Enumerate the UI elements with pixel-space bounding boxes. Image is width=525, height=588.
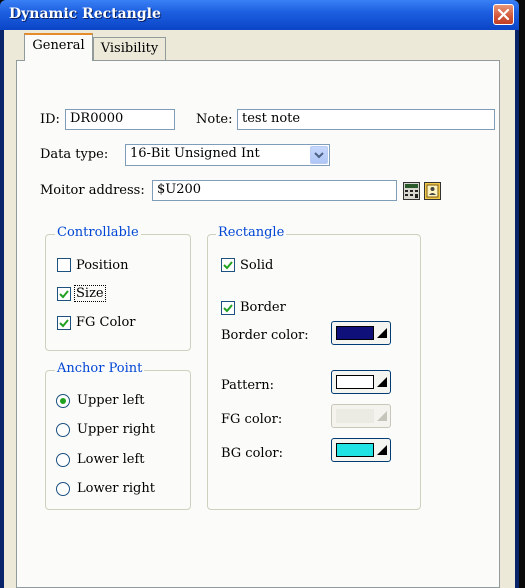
position-checkbox[interactable]	[57, 258, 71, 272]
upper-right-radio[interactable]	[56, 423, 70, 437]
border-color-label: Border color:	[221, 328, 309, 343]
border-checkbox[interactable]	[221, 301, 235, 315]
color-dropdown-arrow-icon	[377, 377, 387, 387]
close-button[interactable]	[493, 4, 514, 25]
note-label: Note:	[196, 112, 233, 127]
dialog-window: Dynamic Rectangle General Visibility ID:…	[0, 0, 525, 588]
data-type-select[interactable]: 16-Bit Unsigned Int	[125, 144, 330, 166]
lower-right-label: Lower right	[77, 481, 155, 496]
pattern-swatch	[336, 375, 374, 389]
upper-left-label: Upper left	[77, 393, 145, 408]
note-field[interactable]: test note	[237, 109, 495, 130]
fg-color-button[interactable]	[331, 404, 391, 428]
bg-color-swatch	[336, 443, 374, 457]
pattern-label: Pattern:	[221, 378, 275, 393]
fg-color-checkbox[interactable]	[57, 316, 71, 330]
monitor-address-field[interactable]: $U200	[152, 180, 397, 201]
close-icon	[497, 8, 510, 21]
border-color-swatch	[336, 326, 374, 340]
checkmark-icon	[223, 304, 233, 313]
lower-right-radio[interactable]	[56, 482, 70, 496]
size-checkbox[interactable]	[57, 287, 71, 301]
anchor-point-group-title: Anchor Point	[55, 361, 145, 376]
controllable-group-title: Controllable	[55, 225, 141, 240]
tab-general[interactable]: General	[24, 33, 93, 61]
chevron-down-icon	[314, 152, 324, 159]
color-dropdown-arrow-icon	[377, 445, 387, 455]
bg-color-label: BG color:	[221, 446, 283, 461]
color-dropdown-arrow-icon	[377, 328, 387, 338]
border-label: Border	[240, 300, 286, 315]
solid-checkbox[interactable]	[221, 258, 235, 272]
upper-right-label: Upper right	[77, 422, 155, 437]
title-bar[interactable]: Dynamic Rectangle	[0, 0, 519, 30]
lower-left-label: Lower left	[77, 452, 145, 467]
monitor-address-label: Moitor address:	[40, 183, 145, 198]
address-book-button[interactable]	[424, 182, 441, 200]
checkmark-icon	[59, 319, 69, 328]
color-dropdown-arrow-icon	[377, 411, 387, 421]
tab-general-label: General	[32, 38, 85, 53]
checkmark-icon	[223, 261, 233, 270]
border-color-button[interactable]	[331, 321, 391, 345]
lower-left-radio[interactable]	[56, 453, 70, 467]
window-title: Dynamic Rectangle	[9, 6, 161, 22]
fg-color-label: FG Color	[76, 315, 136, 330]
checkmark-icon	[59, 290, 69, 299]
fg-color-rect-label: FG color:	[221, 412, 283, 427]
data-type-label: Data type:	[40, 147, 109, 162]
calculator-icon	[403, 182, 420, 200]
data-type-value: 16-Bit Unsigned Int	[130, 146, 260, 161]
upper-left-radio[interactable]	[56, 394, 70, 408]
bg-color-button[interactable]	[331, 438, 391, 462]
fg-color-swatch	[336, 409, 374, 423]
calculator-button[interactable]	[403, 182, 420, 200]
position-label: Position	[76, 258, 129, 273]
size-label: Size	[74, 285, 106, 302]
solid-label: Solid	[240, 258, 274, 273]
id-label: ID:	[40, 112, 60, 127]
radio-selected-dot	[60, 398, 66, 404]
tab-visibility[interactable]: Visibility	[93, 37, 166, 61]
tab-visibility-label: Visibility	[100, 41, 159, 56]
address-book-icon	[424, 182, 441, 200]
id-field[interactable]: DR0000	[65, 109, 175, 130]
pattern-button[interactable]	[331, 370, 391, 394]
rectangle-group-title: Rectangle	[216, 225, 287, 240]
data-type-dropdown-button[interactable]	[310, 146, 328, 164]
